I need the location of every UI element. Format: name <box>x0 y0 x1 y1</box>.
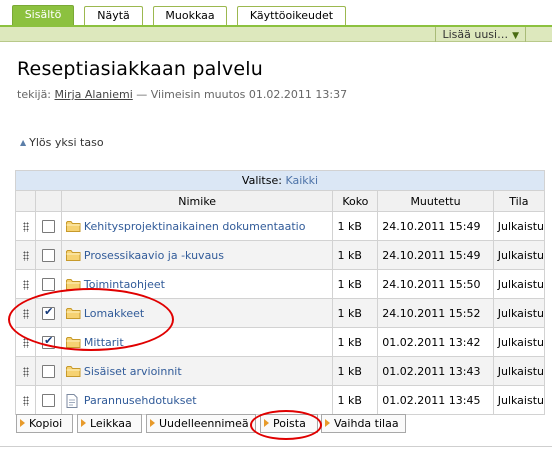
document-icon <box>66 394 81 409</box>
highlight-circle-delete <box>250 410 322 440</box>
byline: tekijä: Mirja Alaniemi — Viimeisin muuto… <box>17 88 347 101</box>
grip-icon <box>22 221 29 232</box>
rename-button-label: Uudelleennimeä <box>159 417 249 430</box>
row-state: Julkaistu <box>492 298 546 328</box>
copy-button[interactable]: Kopioi <box>16 414 73 433</box>
row-modified: 24.10.2011 15:50 <box>377 269 494 299</box>
folder-icon <box>65 249 81 262</box>
page-title: Reseptiasiakkaan palvelu <box>17 58 263 80</box>
table-row[interactable]: Prosessikaavio ja -kuvaus 1 kB 24.10.2011 … <box>14 240 546 270</box>
drag-handle[interactable] <box>14 211 37 241</box>
grip-icon <box>22 395 29 406</box>
tab-view[interactable]: Näytä <box>84 6 143 26</box>
up-one-level-label: Ylös yksi taso <box>29 136 104 149</box>
add-new-menu[interactable]: Lisää uusi… ▼ <box>435 27 526 42</box>
select-all-link[interactable]: Kaikki <box>285 174 318 187</box>
tab-strip: Sisältö Näytä Muokkaa Käyttöoikeudet <box>0 0 552 26</box>
row-checkbox-cell <box>35 356 62 386</box>
item-link[interactable]: Parannusehdotukset <box>84 394 197 407</box>
item-link[interactable]: Prosessikaavio ja -kuvaus <box>84 249 224 262</box>
column-header-size[interactable]: Koko <box>332 190 379 212</box>
select-row: Valitse: Kaikki <box>15 170 545 191</box>
cut-button[interactable]: Leikkaa <box>77 414 142 433</box>
drag-handle[interactable] <box>14 240 37 270</box>
row-checkbox-cell <box>35 385 62 415</box>
drag-handle[interactable] <box>14 385 37 415</box>
up-one-level-link[interactable]: ▲ Ylös yksi taso <box>20 136 104 149</box>
arrow-right-icon <box>325 419 330 427</box>
table-row[interactable]: Kehitysprojektinaikainen dokumentaatio 1 … <box>14 211 546 241</box>
content-toolbar: Lisää uusi… ▼ <box>0 25 552 42</box>
drag-handle[interactable] <box>14 356 37 386</box>
arrow-right-icon <box>150 419 155 427</box>
row-modified: 01.02.2011 13:43 <box>377 356 494 386</box>
column-header-modified[interactable]: Muutettu <box>377 190 494 212</box>
folder-icon <box>65 220 81 233</box>
add-new-label: Lisää uusi… <box>442 28 509 41</box>
drag-handle[interactable] <box>14 269 37 299</box>
row-modified: 01.02.2011 13:42 <box>377 327 494 357</box>
row-checkbox[interactable] <box>42 393 56 407</box>
row-checkbox[interactable] <box>42 277 56 291</box>
row-state: Julkaistu <box>492 269 546 299</box>
grip-icon <box>22 250 29 261</box>
copy-button-label: Kopioi <box>29 417 63 430</box>
row-state: Julkaistu <box>492 385 546 415</box>
folder-icon <box>65 365 81 378</box>
row-checkbox-cell <box>35 211 62 241</box>
row-size: 1 kB <box>332 298 379 328</box>
row-checkbox-cell <box>35 240 62 270</box>
row-state: Julkaistu <box>492 240 546 270</box>
column-header-name[interactable]: Nimike <box>60 190 334 212</box>
row-size: 1 kB <box>332 327 379 357</box>
bottom-divider <box>0 446 552 447</box>
grip-icon <box>22 279 29 290</box>
cut-button-label: Leikkaa <box>90 417 132 430</box>
tab-edit[interactable]: Muokkaa <box>153 6 227 26</box>
highlight-circle-checked-items <box>8 288 174 351</box>
row-checkbox[interactable] <box>42 364 56 378</box>
row-name-cell: Kehitysprojektinaikainen dokumentaatio <box>60 211 334 241</box>
row-state: Julkaistu <box>492 211 546 241</box>
header-check <box>35 190 62 212</box>
row-state: Julkaistu <box>492 356 546 386</box>
row-checkbox[interactable] <box>42 219 56 233</box>
row-size: 1 kB <box>332 240 379 270</box>
header-drag <box>14 190 37 212</box>
change-state-button[interactable]: Vaihda tilaa <box>321 414 406 433</box>
author-link[interactable]: Mirja Alaniemi <box>55 88 133 101</box>
row-checkbox[interactable] <box>42 248 56 262</box>
row-size: 1 kB <box>332 356 379 386</box>
row-size: 1 kB <box>332 269 379 299</box>
table-row[interactable]: Sisäiset arvioinnit 1 kB 01.02.2011 13:43 J… <box>14 356 546 386</box>
row-state: Julkaistu <box>492 327 546 357</box>
tab-content[interactable]: Sisältö <box>12 5 74 26</box>
row-modified: 24.10.2011 15:52 <box>377 298 494 328</box>
row-modified: 24.10.2011 15:49 <box>377 240 494 270</box>
arrow-right-icon <box>20 419 25 427</box>
select-label: Valitse: <box>241 174 282 187</box>
row-size: 1 kB <box>332 385 379 415</box>
arrow-up-icon: ▲ <box>20 138 27 147</box>
row-modified: 24.10.2011 15:49 <box>377 211 494 241</box>
item-link[interactable]: Kehitysprojektinaikainen dokumentaatio <box>84 220 306 233</box>
grip-icon <box>22 366 29 377</box>
rename-button[interactable]: Uudelleennimeä <box>146 414 256 433</box>
last-modified: — Viimeisin muutos 01.02.2011 13:37 <box>136 88 348 101</box>
arrow-right-icon <box>81 419 86 427</box>
row-size: 1 kB <box>332 211 379 241</box>
change-state-button-label: Vaihda tilaa <box>334 417 399 430</box>
chevron-down-icon: ▼ <box>512 31 519 41</box>
column-header-state[interactable]: Tila <box>492 190 546 212</box>
item-link[interactable]: Sisäiset arvioinnit <box>84 365 182 378</box>
tab-permissions[interactable]: Käyttöoikeudet <box>237 6 346 26</box>
row-name-cell: Sisäiset arvioinnit <box>60 356 334 386</box>
table-header: Nimike Koko Muutettu Tila <box>14 190 546 212</box>
row-name-cell: Prosessikaavio ja -kuvaus <box>60 240 334 270</box>
byline-prefix: tekijä: <box>17 88 52 101</box>
row-modified: 01.02.2011 13:45 <box>377 385 494 415</box>
